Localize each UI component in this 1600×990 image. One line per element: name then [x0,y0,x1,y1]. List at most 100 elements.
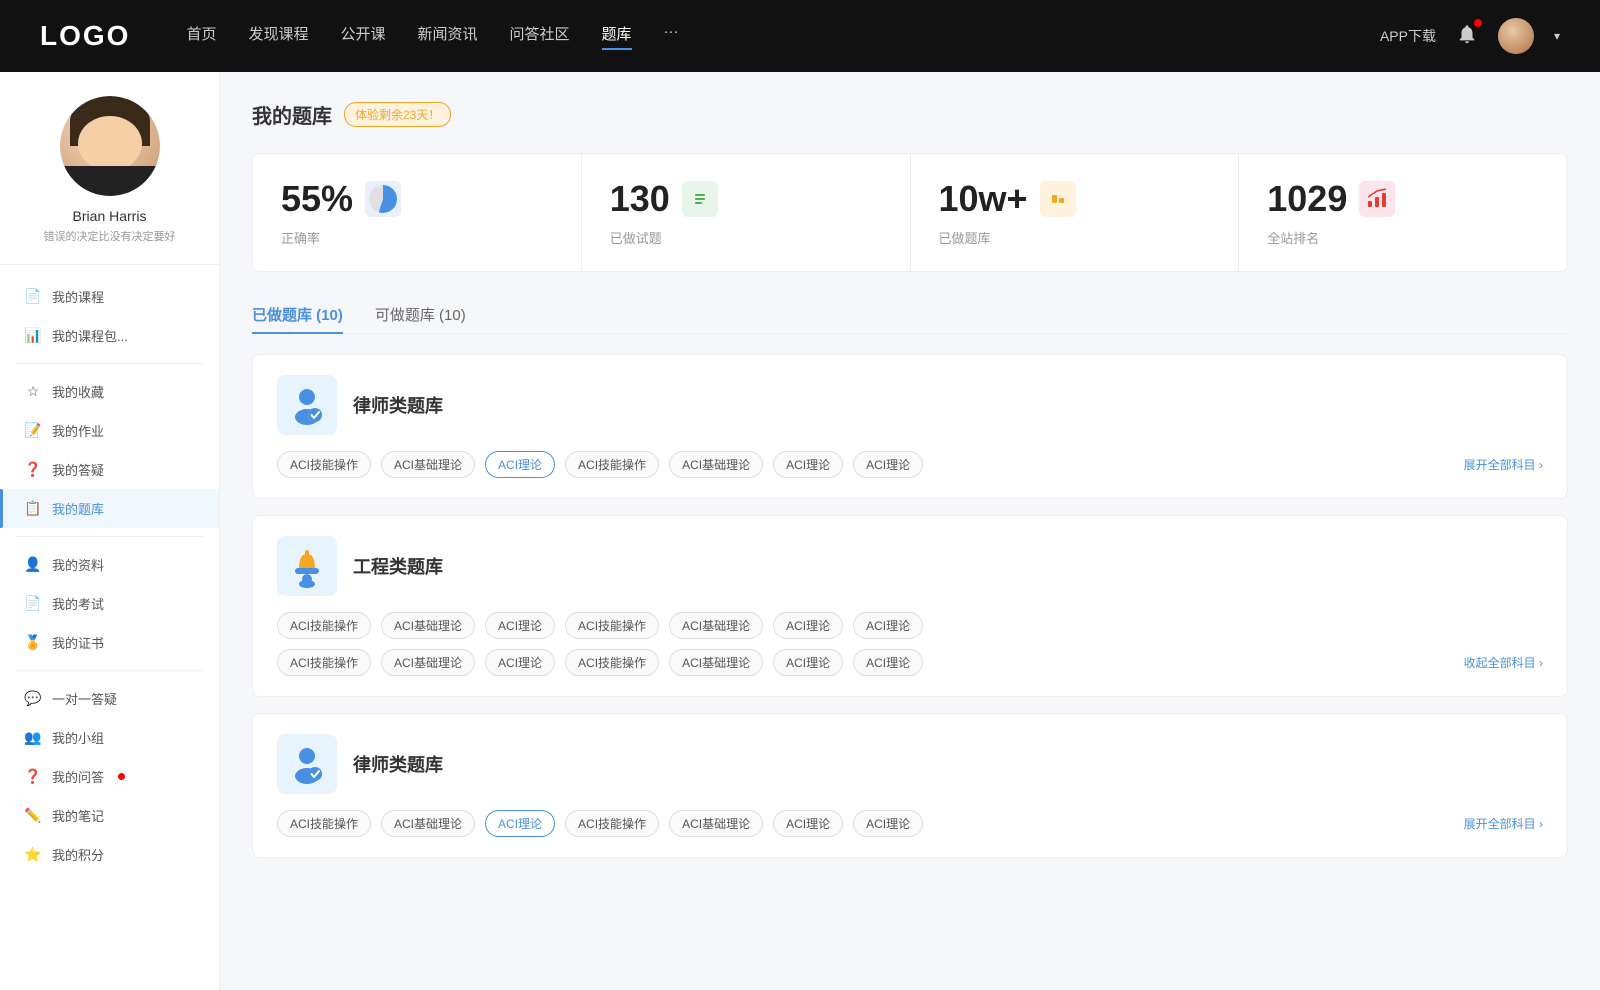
bank-tag[interactable]: ACI基础理论 [381,451,475,478]
app-download[interactable]: APP下载 [1380,26,1436,46]
bank-tag[interactable]: ACI理论 [853,451,923,478]
trial-badge[interactable]: 体验剩余23天！ [344,102,451,127]
bank-tag[interactable]: ACI理论 [773,810,843,837]
bank-icon-lawyer-1 [277,375,337,435]
questions-label: 我的答疑 [52,460,104,479]
done-questions-number: 130 [610,178,670,220]
bank-card-header-2: 工程类题库 [277,536,1543,596]
bank-tag[interactable]: ACI技能操作 [277,451,371,478]
tab-todo[interactable]: 可做题库 (10) [375,296,466,333]
bank-tag[interactable]: ACI技能操作 [565,612,659,639]
bank-tag[interactable]: ACI理论 [485,612,555,639]
expand-button-1[interactable]: 展开全部科目 › [1464,456,1543,473]
nav-more[interactable]: ··· [664,23,679,50]
page-title: 我的题库 [252,100,332,129]
nav-news[interactable]: 新闻资讯 [418,23,478,50]
nav-right: APP下载 ▾ [1380,18,1560,54]
profile-name: Brian Harris [73,208,147,224]
nav-courses[interactable]: 发现课程 [248,23,308,50]
profile-icon: 👤 [24,556,42,573]
bank-tag-active[interactable]: ACI理论 [485,810,555,837]
sidebar-item-question-bank[interactable]: 📋 我的题库 [0,489,219,528]
question-bank-label: 我的题库 [52,499,104,518]
bell-button[interactable] [1456,23,1478,50]
nav-qa[interactable]: 问答社区 [510,23,570,50]
bank-tag[interactable]: ACI技能操作 [565,451,659,478]
sidebar-divider-1 [16,363,203,364]
bank-tag[interactable]: ACI理论 [773,612,843,639]
sidebar-item-certificates[interactable]: 🏅 我的证书 [0,623,219,662]
bank-tag[interactable]: ACI技能操作 [277,810,371,837]
accuracy-label: 正确率 [281,228,553,247]
bank-tag[interactable]: ACI理论 [485,649,555,676]
main-layout: Brian Harris 错误的决定比没有决定要好 📄 我的课程 📊 我的课程包… [0,72,1600,990]
stat-rank: 1029 全站排名 [1239,154,1567,271]
sidebar-item-exams[interactable]: 📄 我的考试 [0,584,219,623]
done-banks-icon [1040,181,1076,217]
stats-row: 55% 正确率 130 已做试题 [252,153,1568,272]
sidebar-item-groups[interactable]: 👥 我的小组 [0,718,219,757]
profile-avatar [60,96,160,196]
tab-done[interactable]: 已做题库 (10) [252,296,343,333]
bank-tag[interactable]: ACI技能操作 [277,612,371,639]
homework-label: 我的作业 [52,421,104,440]
nav-open[interactable]: 公开课 [340,23,385,50]
nav-questionbank[interactable]: 题库 [602,23,632,50]
bank-tag[interactable]: ACI基础理论 [381,810,475,837]
bank-tag[interactable]: ACI理论 [853,612,923,639]
sidebar-item-my-courses[interactable]: 📄 我的课程 [0,277,219,316]
collapse-button[interactable]: 收起全部科目 › [1464,654,1543,671]
sidebar-item-my-qa[interactable]: ❓ 我的问答 [0,757,219,796]
bank-card-header-1: 律师类题库 [277,375,1543,435]
bank-tag[interactable]: ACI基础理论 [669,810,763,837]
bank-tag[interactable]: ACI理论 [773,649,843,676]
sidebar-item-one-on-one[interactable]: 💬 一对一答疑 [0,679,219,718]
bank-icon-engineer [277,536,337,596]
bank-icon-lawyer-2 [277,734,337,794]
nav-home[interactable]: 首页 [186,23,216,50]
accuracy-icon [365,181,401,217]
bank-tag[interactable]: ACI技能操作 [565,649,659,676]
my-courses-icon: 📄 [24,288,42,305]
expand-button-3[interactable]: 展开全部科目 › [1464,815,1543,832]
stat-accuracy: 55% 正确率 [253,154,582,271]
sidebar-item-points[interactable]: ⭐ 我的积分 [0,835,219,874]
user-menu-chevron[interactable]: ▾ [1554,29,1560,43]
user-avatar[interactable] [1498,18,1534,54]
one-on-one-icon: 💬 [24,690,42,707]
sidebar-item-course-packages[interactable]: 📊 我的课程包... [0,316,219,355]
notes-icon: ✏️ [24,807,42,824]
bank-tag[interactable]: ACI理论 [853,810,923,837]
sidebar-item-homework[interactable]: 📝 我的作业 [0,411,219,450]
bank-tag[interactable]: ACI技能操作 [277,649,371,676]
notes-label: 我的笔记 [52,806,104,825]
bank-card-header-3: 律师类题库 [277,734,1543,794]
points-label: 我的积分 [52,845,104,864]
stat-done-banks: 10w+ 已做题库 [911,154,1240,271]
sidebar-item-profile[interactable]: 👤 我的资料 [0,545,219,584]
sidebar-item-notes[interactable]: ✏️ 我的笔记 [0,796,219,835]
sidebar-item-favorites[interactable]: ☆ 我的收藏 [0,372,219,411]
bank-tag[interactable]: ACI理论 [773,451,843,478]
sidebar-item-questions[interactable]: ❓ 我的答疑 [0,450,219,489]
bank-card-lawyer-2: 律师类题库 ACI技能操作 ACI基础理论 ACI理论 ACI技能操作 ACI基… [252,713,1568,858]
bank-tag[interactable]: ACI基础理论 [669,612,763,639]
bank-tag[interactable]: ACI基础理论 [669,451,763,478]
rank-label: 全站排名 [1267,228,1539,247]
exams-label: 我的考试 [52,594,104,613]
done-questions-icon [682,181,718,217]
done-banks-label: 已做题库 [939,228,1211,247]
bank-tag[interactable]: ACI基础理论 [669,649,763,676]
bank-tag[interactable]: ACI基础理论 [381,649,475,676]
tabs: 已做题库 (10) 可做题库 (10) [252,296,1568,334]
bank-tag[interactable]: ACI理论 [853,649,923,676]
groups-icon: 👥 [24,729,42,746]
profile-section: Brian Harris 错误的决定比没有决定要好 [0,96,219,265]
bank-tag[interactable]: ACI基础理论 [381,612,475,639]
favorites-label: 我的收藏 [52,382,104,401]
bank-tag-active[interactable]: ACI理论 [485,451,555,478]
one-on-one-label: 一对一答疑 [52,689,117,708]
questions-icon: ❓ [24,461,42,478]
bank-tag[interactable]: ACI技能操作 [565,810,659,837]
course-packages-icon: 📊 [24,327,42,344]
